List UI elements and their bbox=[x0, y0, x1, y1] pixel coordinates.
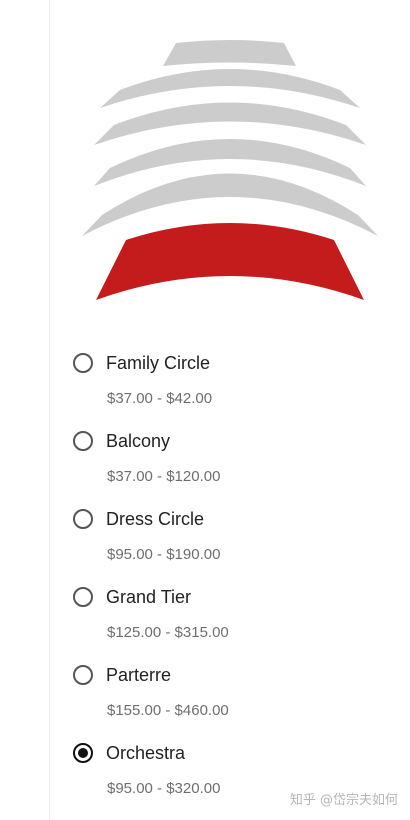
option-price: $155.00 - $460.00 bbox=[107, 702, 229, 719]
radio-button[interactable] bbox=[73, 509, 93, 529]
option-name: Dress Circle bbox=[106, 509, 205, 529]
option-price: $95.00 - $320.00 bbox=[107, 780, 221, 797]
option-grand-tier[interactable]: Grand Tier $125.00 - $315.00 bbox=[73, 586, 373, 656]
option-name: Grand Tier bbox=[106, 587, 192, 607]
option-dress-circle[interactable]: Dress Circle $95.00 - $190.00 bbox=[73, 508, 373, 578]
option-parterre[interactable]: Parterre $155.00 - $460.00 bbox=[73, 664, 373, 734]
map-section-orchestra[interactable] bbox=[96, 223, 364, 300]
map-section-balcony[interactable] bbox=[100, 69, 360, 108]
radio-button[interactable] bbox=[73, 587, 93, 607]
option-price: $125.00 - $315.00 bbox=[107, 624, 229, 641]
option-family-circle[interactable]: Family Circle $37.00 - $42.00 bbox=[73, 352, 373, 422]
watermark: 知乎 @岱宗夫如何 bbox=[289, 793, 398, 808]
map-section-family-circle[interactable] bbox=[163, 40, 296, 66]
option-price: $37.00 - $42.00 bbox=[107, 390, 213, 407]
radio-button[interactable] bbox=[73, 743, 93, 763]
radio-button[interactable] bbox=[73, 353, 93, 373]
seating-map bbox=[82, 40, 378, 300]
option-name: Balcony bbox=[106, 431, 171, 451]
option-price: $37.00 - $120.00 bbox=[107, 468, 221, 485]
option-balcony[interactable]: Balcony $37.00 - $120.00 bbox=[73, 430, 373, 500]
option-name: Family Circle bbox=[106, 353, 211, 373]
map-section-dress-circle[interactable] bbox=[94, 102, 366, 146]
radio-button[interactable] bbox=[73, 431, 93, 451]
option-price: $95.00 - $190.00 bbox=[107, 546, 221, 563]
option-name: Orchestra bbox=[106, 743, 186, 763]
option-name: Parterre bbox=[106, 665, 172, 685]
radio-button[interactable] bbox=[73, 665, 93, 685]
